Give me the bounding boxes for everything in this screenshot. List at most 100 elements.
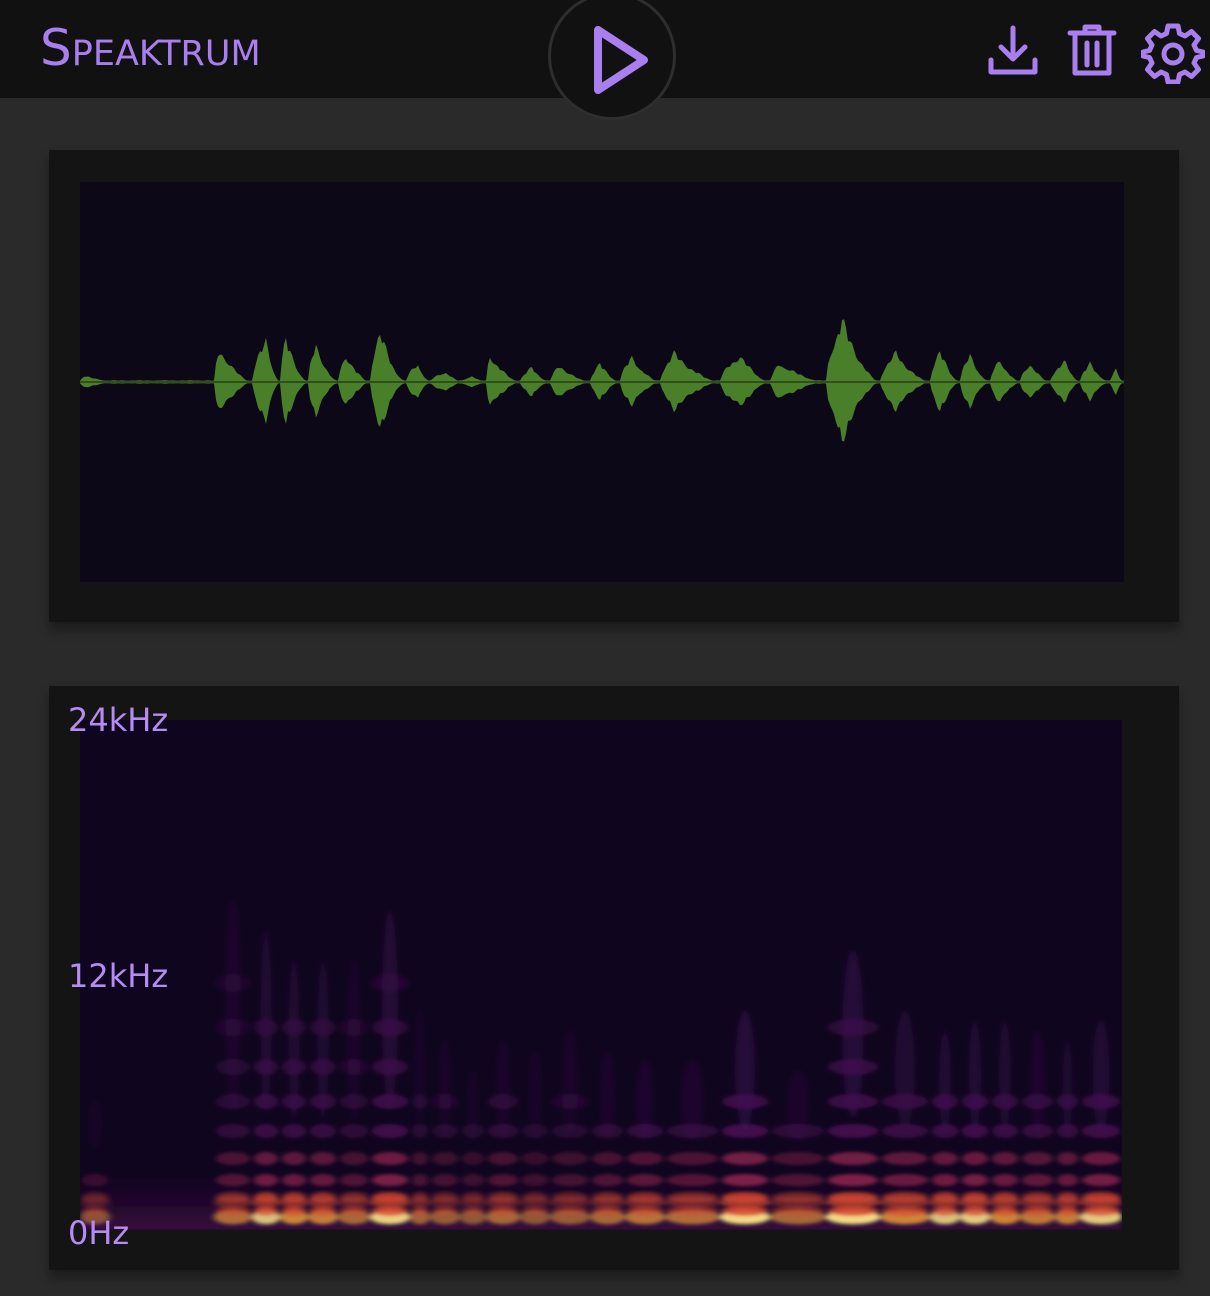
spectrogram-blob [627, 1174, 663, 1186]
spectrogram-blob [552, 1152, 588, 1165]
spectrogram-blob [828, 1124, 878, 1138]
delete-button[interactable] [1064, 20, 1124, 84]
spectrogram-blob [372, 1124, 408, 1138]
spectrogram-blob [216, 1152, 250, 1165]
spectrogram-blob [772, 1192, 824, 1203]
spectrogram-blob [962, 1192, 988, 1203]
spectrogram-blob [932, 1152, 958, 1165]
spectrogram-blob [216, 1206, 250, 1216]
spectrogram-blob [1022, 1192, 1053, 1203]
spectrogram-blob [488, 1192, 518, 1203]
spectrogram-blob [882, 1206, 928, 1216]
spectrogram-blob [735, 1010, 755, 1130]
spectrogram-blob [496, 1040, 510, 1136]
spectrogram-blob [282, 1124, 306, 1138]
spectrogram-blob [372, 1174, 408, 1186]
settings-button[interactable] [1141, 20, 1205, 84]
spectrogram-blob [432, 1206, 458, 1216]
spectrogram-blob [488, 1174, 518, 1186]
spectrogram-blob [962, 1152, 988, 1165]
spectrogram-blob [288, 960, 300, 1120]
spectrogram-blob [1082, 1206, 1120, 1216]
spectrogram-blob [992, 1206, 1018, 1216]
spectrogram-blob [522, 1174, 548, 1186]
spectrogram-blob [992, 1174, 1018, 1186]
spectrogram-blob [637, 1060, 653, 1140]
spectrogram-blob [462, 1152, 484, 1165]
spectrogram-canvas[interactable] [80, 720, 1122, 1230]
spectrogram-blob [842, 950, 864, 1118]
spectrogram-blob [1022, 1206, 1053, 1216]
spectrogram-blob [216, 1174, 250, 1186]
spectrogram-blob [939, 1030, 951, 1134]
spectrogram-blob [772, 1174, 824, 1186]
spectrogram-blob [962, 1174, 988, 1186]
spectrogram-blob [254, 1192, 278, 1203]
spectrogram-blob [432, 1174, 458, 1186]
spectrogram-blob [1022, 1152, 1053, 1165]
spectrogram-blob [772, 1152, 824, 1165]
spectrogram-blob [552, 1174, 588, 1186]
spectrogram-blob [1082, 1192, 1120, 1203]
spectrogram-blob [254, 1206, 278, 1216]
spectrogram-blob [552, 1192, 588, 1203]
spectrogram-blob [592, 1152, 623, 1165]
spectrogram-blob [1022, 1174, 1053, 1186]
spectrogram-blob [89, 1100, 101, 1148]
spectrogram-blob [722, 1152, 768, 1165]
spectrogram-blob [552, 1206, 588, 1216]
spectrogram-blob [786, 1070, 810, 1142]
spectrogram-blob [882, 1174, 928, 1186]
spectrogram-blob [260, 930, 272, 1114]
spectrogram-blob [82, 1192, 108, 1203]
spectrogram-blob [600, 1050, 615, 1138]
spectrogram-blob [681, 1060, 704, 1140]
download-button[interactable] [984, 20, 1044, 84]
spectrogram-blob [667, 1192, 718, 1203]
waveform-canvas[interactable] [80, 182, 1124, 582]
spectrogram-blob [254, 1124, 278, 1138]
spectrogram-blob [488, 1152, 518, 1165]
spectrogram-blob [592, 1206, 623, 1216]
spectrogram-blob [282, 1192, 306, 1203]
spectrogram-blob [882, 1152, 928, 1165]
freq-label-bottom: 0Hz [68, 1214, 130, 1252]
spectrogram-blob [416, 1010, 424, 1130]
spectrogram-blob [1062, 1040, 1073, 1136]
spectrogram-blob [522, 1192, 548, 1203]
spectrogram-blob [932, 1206, 958, 1216]
spectrogram-blob [932, 1192, 958, 1203]
spectrogram-blob [722, 1206, 768, 1216]
spectrogram-blob [522, 1152, 548, 1165]
spectrogram-blob [372, 1152, 408, 1165]
spectrogram-blob [412, 1206, 428, 1216]
spectrogram-blob [529, 1050, 541, 1138]
spectrogram-blob [522, 1206, 548, 1216]
spectrogram-panel: 24kHz 12kHz 0Hz [49, 686, 1179, 1270]
spectrogram-blob [1082, 1174, 1120, 1186]
spectrogram-blob [82, 1174, 108, 1186]
spectrogram-blob [225, 900, 241, 1108]
spectrogram-blob [340, 1124, 368, 1138]
play-button[interactable] [548, 0, 676, 120]
trash-icon [1067, 24, 1117, 76]
spectrogram-blob [828, 1174, 878, 1186]
spectrogram-blob [340, 1206, 368, 1216]
spectrogram-blob [592, 1174, 623, 1186]
spectrogram-blob [667, 1174, 718, 1186]
spectrogram-blob [1057, 1206, 1078, 1216]
spectrogram-blob [772, 1206, 824, 1216]
spectrogram-blob [462, 1192, 484, 1203]
spectrogram-blob [882, 1192, 928, 1203]
waveform-panel [49, 150, 1179, 622]
spectrogram-blob [310, 1206, 336, 1216]
play-icon [594, 26, 648, 94]
spectrogram-blob [412, 1192, 428, 1203]
spectrogram-blob [467, 1070, 479, 1142]
spectrogram-blob [372, 1206, 408, 1216]
spectrogram-blob [372, 1192, 408, 1203]
spectrogram-blob [627, 1192, 663, 1203]
spectrogram-blob [999, 1020, 1011, 1132]
spectrogram-blob [310, 1124, 336, 1138]
spectrogram-blob [282, 1152, 306, 1165]
